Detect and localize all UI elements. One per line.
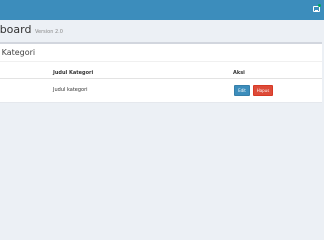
edit-button[interactable]: Edit bbox=[234, 85, 250, 96]
column-header-aksi: Aksi bbox=[233, 70, 245, 76]
column-header-judul: Judul Kategori bbox=[53, 70, 94, 76]
hapus-button[interactable]: Hapus bbox=[253, 85, 273, 96]
table-header-divider bbox=[0, 78, 322, 79]
page-title: shboard bbox=[0, 23, 32, 36]
top-navbar bbox=[0, 0, 324, 20]
box-divider bbox=[0, 61, 322, 62]
kategori-box: ta Kategori o Judul Kategori Aksi Judul … bbox=[0, 42, 322, 103]
page-subtitle: Version 2.0 bbox=[35, 29, 63, 35]
table-cell-judul: Judul kategori bbox=[53, 87, 88, 93]
box-title: ta Kategori bbox=[0, 48, 36, 57]
status-dot bbox=[318, 4, 321, 7]
